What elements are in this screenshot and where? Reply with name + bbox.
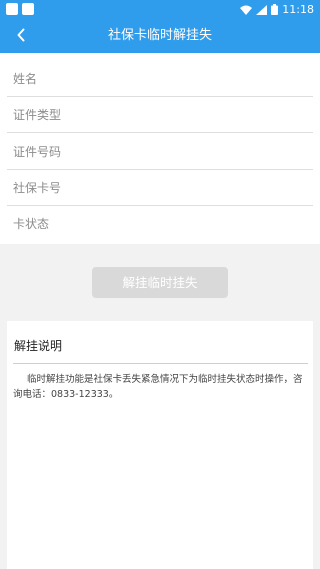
page-title: 社保卡临时解挂失: [107, 28, 212, 43]
card-status-field[interactable]: 卡状态: [7, 206, 313, 242]
info-text: 临时解挂功能是社保卡丢失紧急情况下为临时挂失状态时操作，咨询电话：0833-12…: [13, 374, 303, 400]
app-square-icon: [22, 3, 34, 15]
field-label: 证件类型: [13, 108, 62, 122]
wifi-icon: [240, 0, 253, 19]
id-type-field[interactable]: 证件类型: [7, 97, 313, 133]
status-time: 11:18: [282, 3, 314, 16]
status-icons: 11:18: [240, 0, 314, 19]
app-bar: 社保卡临时解挂失: [0, 19, 320, 53]
field-label: 社保卡号: [13, 181, 62, 195]
unlock-button[interactable]: 解挂临时挂失: [92, 267, 228, 298]
form-panel: 姓名 证件类型 证件号码 社保卡号 卡状态: [0, 53, 320, 244]
status-bar: 11:18: [0, 0, 320, 19]
info-title: 解挂说明: [14, 339, 63, 353]
field-label: 卡状态: [13, 217, 50, 231]
signal-icon: [256, 0, 268, 19]
card-number-field[interactable]: 社保卡号: [7, 170, 313, 206]
name-field[interactable]: 姓名: [7, 61, 313, 97]
app-square-icon: [6, 3, 18, 15]
info-panel: 解挂说明 临时解挂功能是社保卡丢失紧急情况下为临时挂失状态时操作，咨询电话：08…: [7, 321, 313, 569]
chevron-left-icon: [16, 27, 26, 46]
field-label: 姓名: [13, 72, 38, 86]
divider: [13, 363, 308, 364]
back-button[interactable]: [6, 19, 36, 53]
id-number-field[interactable]: 证件号码: [7, 134, 313, 170]
battery-icon: [271, 0, 279, 19]
field-label: 证件号码: [13, 145, 62, 159]
